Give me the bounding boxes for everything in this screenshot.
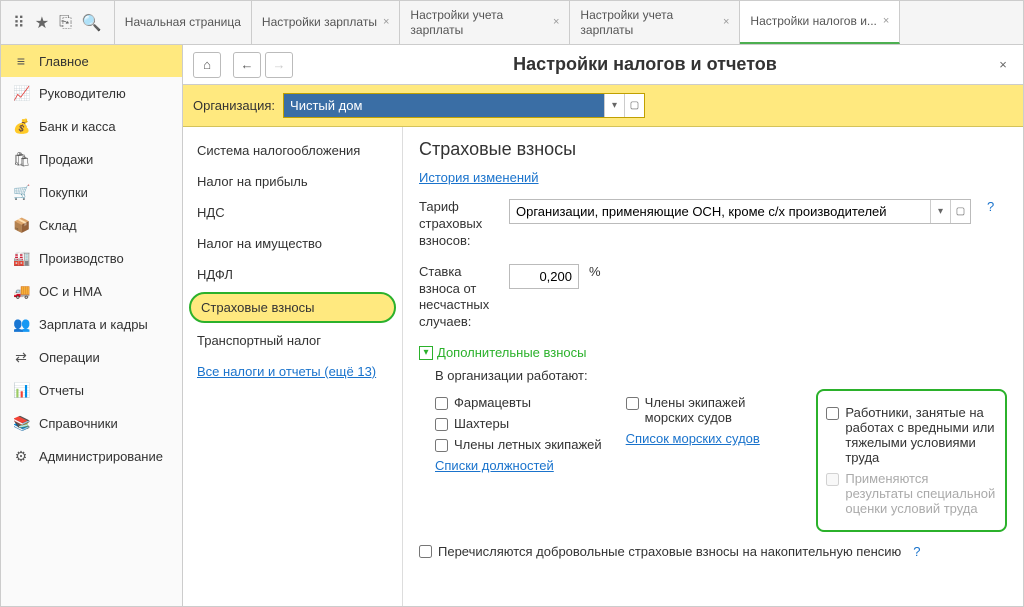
tariff-select[interactable]: ▾ ▢: [509, 199, 971, 224]
org-input[interactable]: [284, 94, 604, 117]
swap-icon: ⇄: [13, 349, 29, 366]
close-icon[interactable]: ×: [883, 15, 889, 28]
search-icon[interactable]: 🔍: [82, 13, 102, 33]
ships-link[interactable]: Список морских судов: [626, 431, 797, 446]
chart-icon: 📈: [13, 85, 29, 102]
sidebar-item-main[interactable]: ≡Главное: [1, 45, 182, 77]
sidebar-item-sales[interactable]: 🛍Продажи: [1, 143, 182, 176]
checkbox-pension[interactable]: [419, 545, 432, 558]
books-icon: 📚: [13, 415, 29, 432]
pension-label: Перечисляются добровольные страховые взн…: [438, 544, 901, 559]
apps-icon[interactable]: ⠿: [13, 13, 25, 33]
subnav: Система налогообложения Налог на прибыль…: [183, 127, 403, 606]
people-icon: 👥: [13, 316, 29, 333]
checkbox-special-eval: [826, 473, 839, 486]
cart-icon: 🛒: [13, 184, 29, 201]
subnav-insurance[interactable]: Страховые взносы: [189, 292, 396, 323]
org-works-label: В организации работают:: [435, 368, 1007, 383]
highlighted-checkbox-group: Работники, занятые на работах с вредными…: [816, 389, 1007, 532]
tab-home[interactable]: Начальная страница: [115, 1, 252, 44]
bars-icon: 📊: [13, 382, 29, 399]
rate-label: Ставка взноса от несчастных случаев:: [419, 264, 499, 332]
checkbox-shipcrew[interactable]: [626, 397, 639, 410]
sidebar-item-warehouse[interactable]: 📦Склад: [1, 209, 182, 242]
help-icon[interactable]: ?: [913, 544, 920, 559]
sidebar-item-assets[interactable]: 🚚ОС и НМА: [1, 275, 182, 308]
tariff-input[interactable]: [510, 200, 930, 223]
factory-icon: 🏭: [13, 250, 29, 267]
history-link[interactable]: История изменений: [419, 170, 1007, 185]
dropdown-icon[interactable]: ▾: [604, 94, 624, 117]
star-icon[interactable]: ★: [35, 13, 49, 33]
close-icon[interactable]: ×: [383, 16, 389, 29]
tab-salary-accounting-2[interactable]: Настройки учета зарплаты×: [570, 1, 740, 44]
sidebar-item-salary[interactable]: 👥Зарплата и кадры: [1, 308, 182, 341]
tariff-label: Тариф страховых взносов:: [419, 199, 499, 250]
org-label: Организация:: [193, 98, 275, 113]
sidebar-item-manager[interactable]: 📈Руководителю: [1, 77, 182, 110]
forward-button[interactable]: →: [265, 52, 293, 78]
subnav-tax-system[interactable]: Система налогообложения: [183, 135, 402, 166]
checkbox-hazard[interactable]: [826, 407, 839, 420]
clipboard-icon[interactable]: ⎘: [59, 14, 72, 32]
positions-link[interactable]: Списки должностей: [435, 458, 606, 473]
checkbox-miners[interactable]: [435, 418, 448, 431]
org-bar: Организация: ▾ ▢: [183, 85, 1023, 127]
topbar-icon-group: ⠿ ★ ⎘ 🔍: [1, 1, 115, 44]
toolbar: ⌂ ← → Настройки налогов и отчетов ×: [183, 45, 1023, 85]
subnav-vat[interactable]: НДС: [183, 197, 402, 228]
box-icon: 📦: [13, 217, 29, 234]
subnav-ndfl[interactable]: НДФЛ: [183, 259, 402, 290]
checkbox-pharma[interactable]: [435, 397, 448, 410]
truck-icon: 🚚: [13, 283, 29, 300]
back-button[interactable]: ←: [233, 52, 261, 78]
org-select[interactable]: ▾ ▢: [283, 93, 645, 118]
close-icon[interactable]: ×: [723, 16, 729, 29]
additional-expander[interactable]: ▾ Дополнительные взносы: [419, 345, 1007, 360]
sidebar-item-bank[interactable]: 💰Банк и касса: [1, 110, 182, 143]
sidebar-item-operations[interactable]: ⇄Операции: [1, 341, 182, 374]
panel-title: Страховые взносы: [419, 139, 1007, 160]
tab-bar: Начальная страница Настройки зарплаты× Н…: [115, 1, 1023, 44]
subnav-more-link[interactable]: Все налоги и отчеты (ещё 13): [183, 356, 402, 387]
page-title: Настройки налогов и отчетов: [297, 54, 993, 75]
sidebar-item-reports[interactable]: 📊Отчеты: [1, 374, 182, 407]
subnav-property-tax[interactable]: Налог на имущество: [183, 228, 402, 259]
settings-panel: Страховые взносы История изменений Тариф…: [403, 127, 1023, 606]
checkbox-aircrew[interactable]: [435, 439, 448, 452]
rate-unit: %: [589, 264, 601, 279]
subnav-transport-tax[interactable]: Транспортный налог: [183, 325, 402, 356]
sidebar: ≡Главное 📈Руководителю 💰Банк и касса 🛍Пр…: [1, 45, 183, 606]
chevron-down-icon: ▾: [419, 346, 433, 360]
sidebar-item-admin[interactable]: ⚙Администрирование: [1, 440, 182, 473]
money-icon: 💰: [13, 118, 29, 135]
menu-icon: ≡: [13, 53, 29, 69]
sidebar-item-purchases[interactable]: 🛒Покупки: [1, 176, 182, 209]
top-bar: ⠿ ★ ⎘ 🔍 Начальная страница Настройки зар…: [1, 1, 1023, 45]
bag-icon: 🛍: [13, 151, 29, 168]
help-icon[interactable]: ?: [987, 199, 994, 214]
gear-icon: ⚙: [13, 448, 29, 465]
subnav-profit-tax[interactable]: Налог на прибыль: [183, 166, 402, 197]
home-button[interactable]: ⌂: [193, 52, 221, 78]
open-icon[interactable]: ▢: [950, 200, 970, 223]
open-icon[interactable]: ▢: [624, 94, 644, 117]
tab-salary-settings[interactable]: Настройки зарплаты×: [252, 1, 401, 44]
tab-salary-accounting-1[interactable]: Настройки учета зарплаты×: [400, 1, 570, 44]
rate-input[interactable]: [509, 264, 579, 289]
tab-tax-settings[interactable]: Настройки налогов и...×: [740, 1, 900, 44]
sidebar-item-references[interactable]: 📚Справочники: [1, 407, 182, 440]
dropdown-icon[interactable]: ▾: [930, 200, 950, 223]
sidebar-item-production[interactable]: 🏭Производство: [1, 242, 182, 275]
close-icon[interactable]: ×: [553, 16, 559, 29]
close-panel-button[interactable]: ×: [993, 57, 1013, 72]
